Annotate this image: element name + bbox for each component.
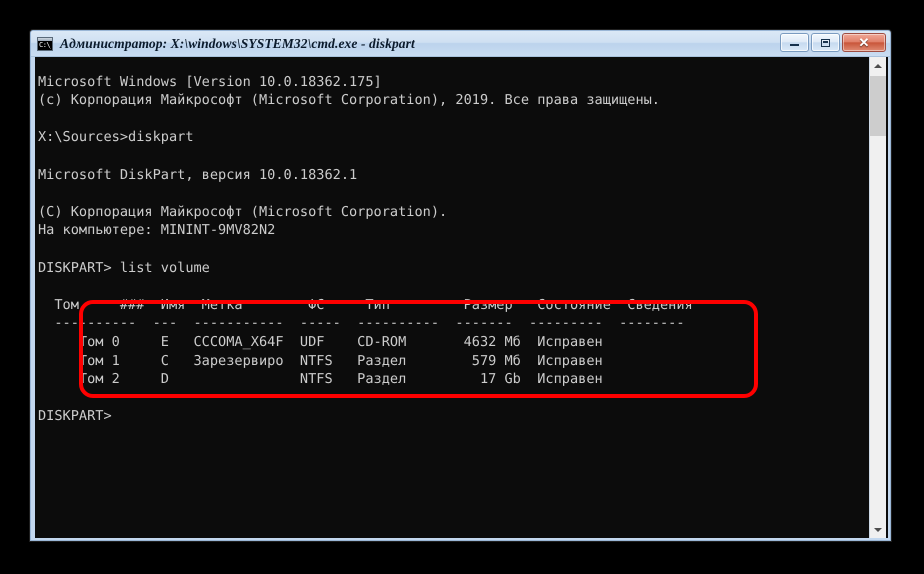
minimize-button[interactable] [780, 33, 809, 52]
scrollbar-thumb[interactable] [870, 76, 886, 136]
close-button[interactable]: ✕ [842, 33, 886, 52]
cmd-console-icon: C:\_ [37, 36, 53, 51]
scrollbar-down-arrow[interactable] [870, 521, 886, 538]
chevron-down-icon [874, 527, 882, 532]
console-output: Microsoft Windows [Version 10.0.18362.17… [38, 73, 693, 425]
close-icon: ✕ [858, 35, 870, 50]
scrollbar-up-arrow[interactable] [870, 57, 886, 74]
maximize-icon [812, 34, 839, 51]
window-title: Администратор: X:\windows\SYSTEM32\cmd.e… [60, 35, 415, 51]
cmd-icon-glyph: C:\_ [39, 40, 51, 49]
chevron-up-icon [874, 63, 882, 68]
console-client-area[interactable]: Microsoft Windows [Version 10.0.18362.17… [35, 57, 888, 538]
maximize-button[interactable] [811, 33, 840, 52]
minimize-icon [781, 34, 808, 51]
window-titlebar[interactable]: C:\_ Администратор: X:\windows\SYSTEM32\… [31, 31, 890, 57]
window-controls: ✕ [780, 33, 886, 52]
console-window: C:\_ Администратор: X:\windows\SYSTEM32\… [30, 30, 891, 541]
console-scrollbar[interactable] [869, 57, 886, 538]
